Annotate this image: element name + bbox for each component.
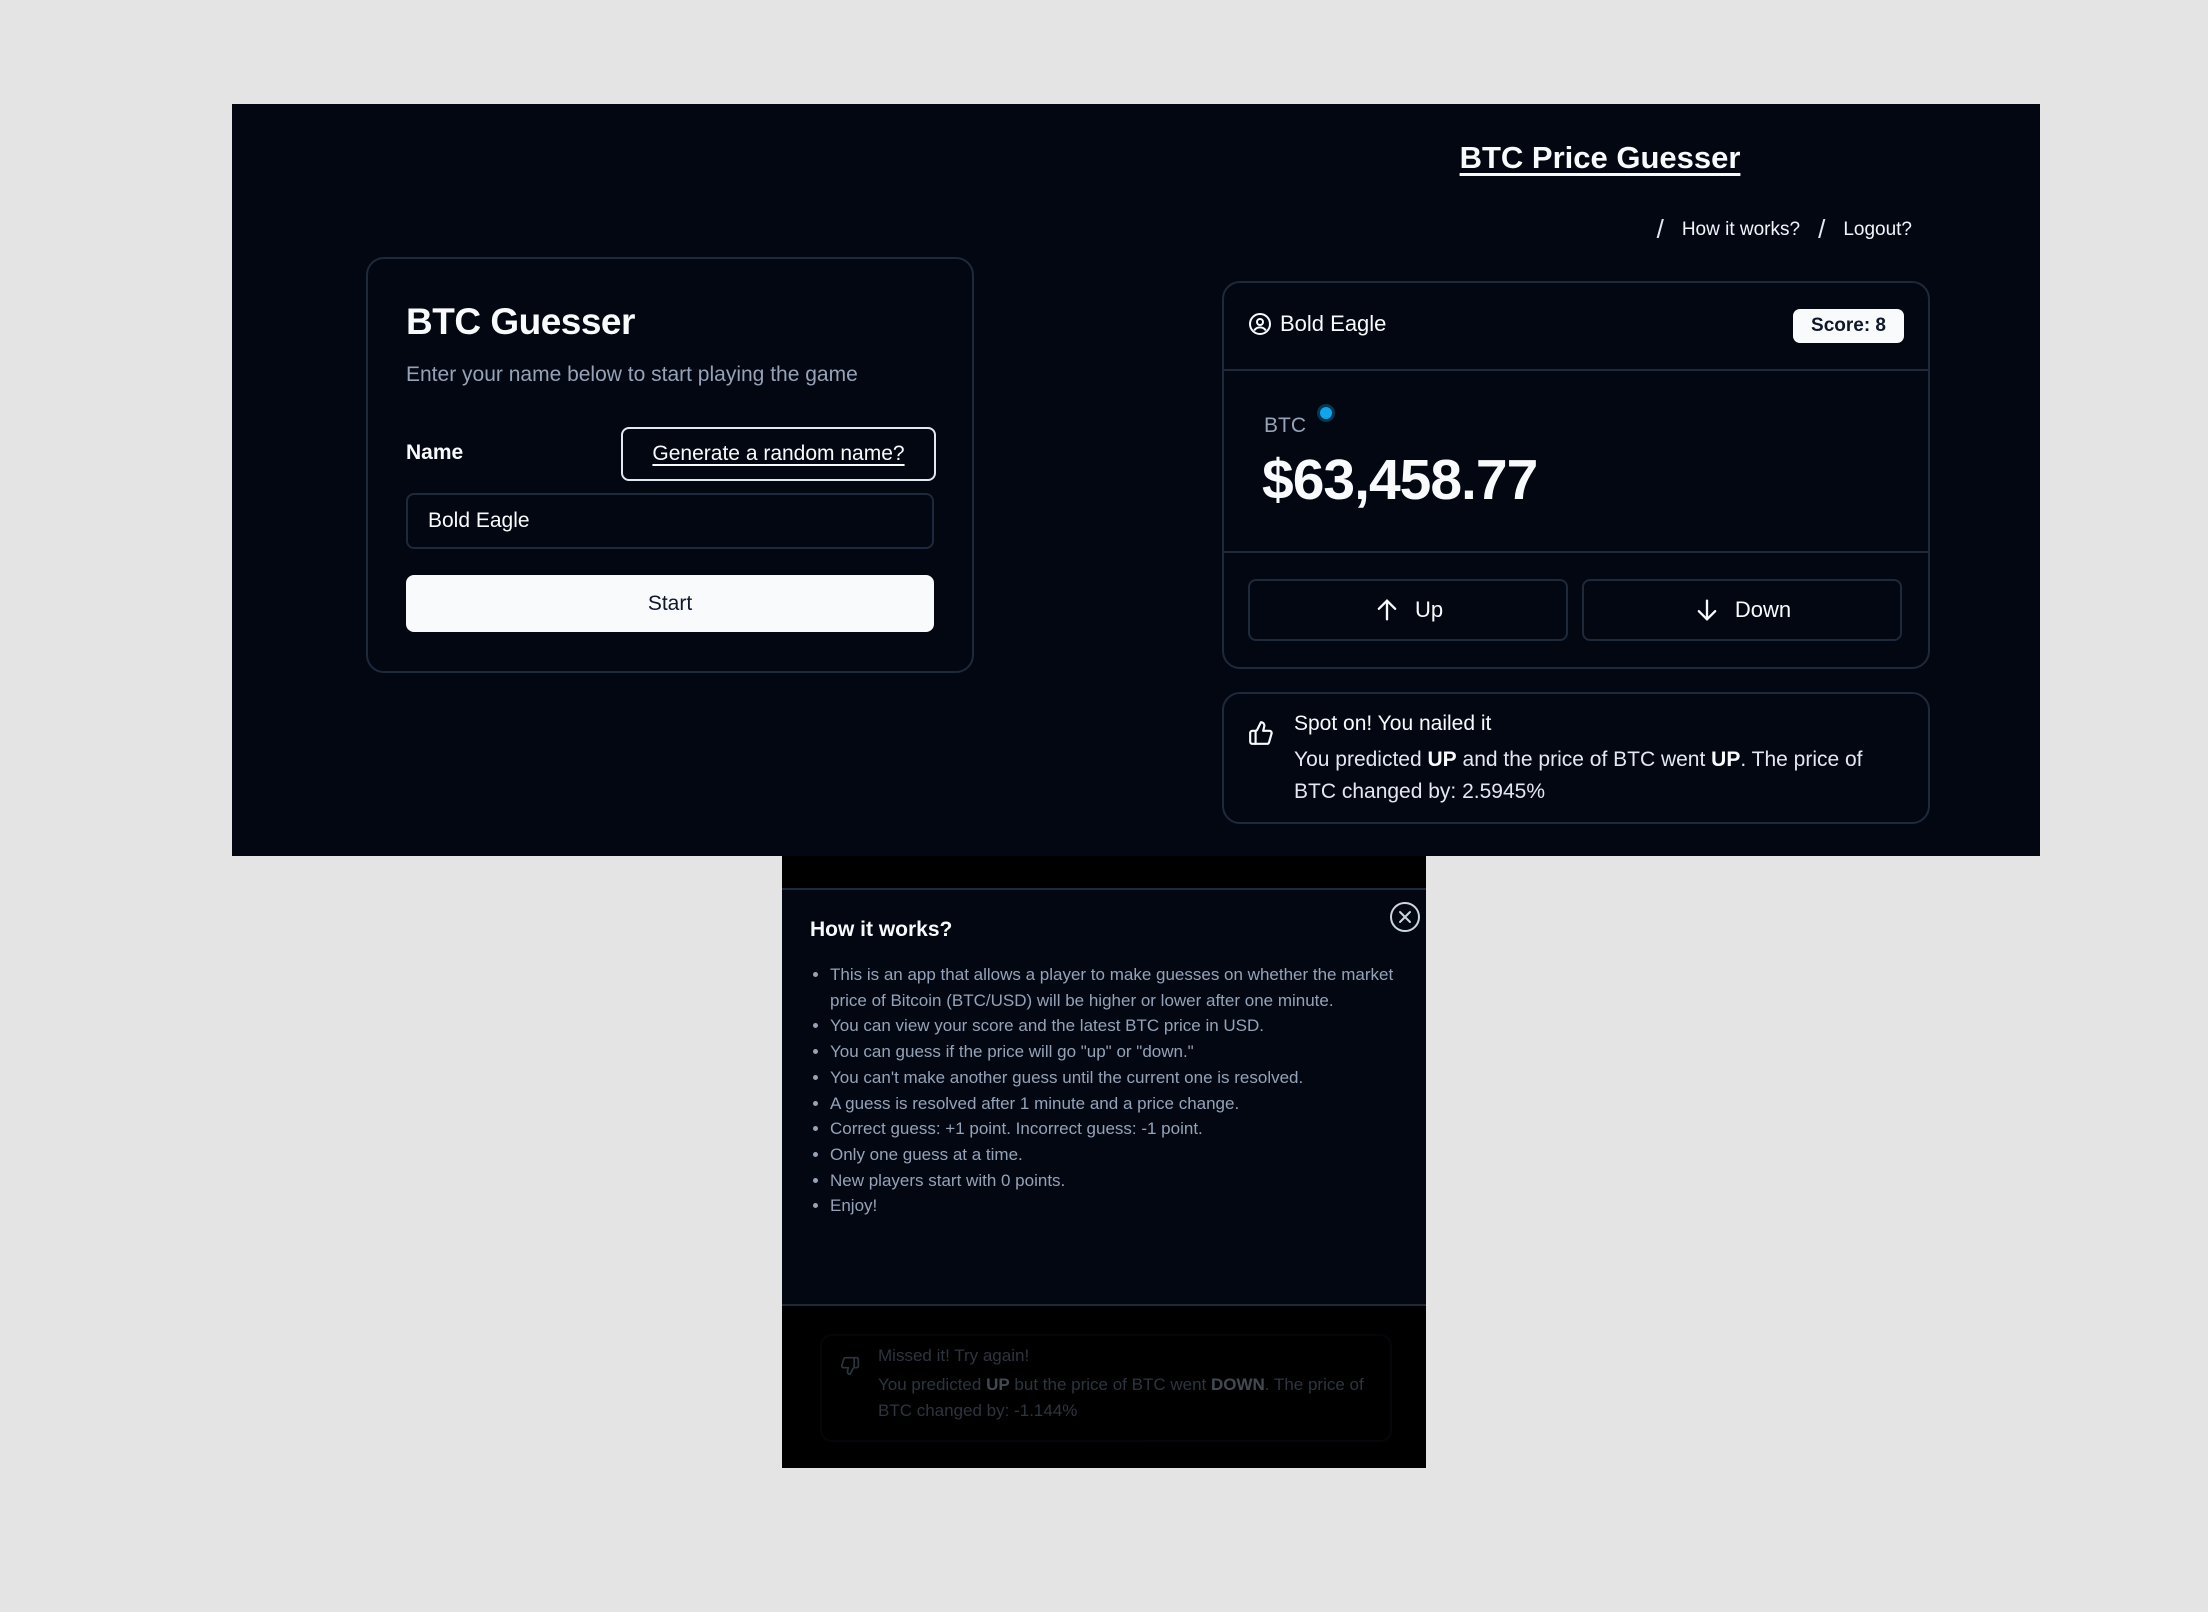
result-heading: Spot on! You nailed it: [1294, 712, 1492, 735]
result-description: You predicted UP and the price of BTC we…: [1294, 748, 1863, 803]
live-indicator: [1320, 407, 1332, 419]
start-button[interactable]: Start: [406, 575, 934, 632]
game-card-header: Bold Eagle Score: 8: [1224, 283, 1928, 371]
name-label: Name: [406, 441, 464, 464]
guess-down-label: Down: [1734, 597, 1792, 622]
login-title: BTC Guesser: [406, 301, 635, 342]
guess-up-button[interactable]: Up: [1248, 579, 1568, 641]
faded-result-description: You predicted UP but the price of BTC we…: [878, 1375, 1364, 1420]
user-name: Bold Eagle: [1280, 311, 1387, 336]
nav-separator: /: [1818, 214, 1826, 244]
list-item: Only one guess at a time.: [830, 1142, 1420, 1168]
faded-result-heading: Missed it! Try again!: [878, 1346, 1030, 1365]
btc-price: $63,458.77: [1262, 448, 1538, 512]
rules-list: This is an app that allows a player to m…: [810, 962, 1420, 1219]
list-item: This is an app that allows a player to m…: [830, 962, 1420, 1013]
close-icon: [1398, 910, 1412, 924]
list-item: Enjoy!: [830, 1193, 1420, 1219]
user-display: Bold Eagle: [1248, 311, 1386, 337]
game-card: Bold Eagle Score: 8 BTC $63,458.77 Up Do…: [1222, 281, 1930, 669]
name-input[interactable]: [406, 493, 934, 549]
result-alert: Spot on! You nailed it You predicted UP …: [1222, 692, 1930, 824]
app-title-link[interactable]: BTC Price Guesser: [1440, 140, 1760, 176]
nav-separator: /: [1656, 214, 1664, 244]
faded-result-alert: Missed it! Try again! You predicted UP b…: [820, 1334, 1392, 1442]
thumbs-up-icon: [1248, 720, 1274, 746]
dialog-title: How it works?: [810, 918, 953, 941]
score-badge: Score: 8: [1793, 309, 1904, 343]
how-it-works-dialog: How it works? This is an app that allows…: [782, 888, 1426, 1306]
close-button[interactable]: [1390, 902, 1420, 932]
generate-random-name-button[interactable]: Generate a random name?: [621, 427, 936, 481]
guess-down-button[interactable]: Down: [1582, 579, 1902, 641]
list-item: A guess is resolved after 1 minute and a…: [830, 1091, 1420, 1117]
arrow-down-icon: [1693, 596, 1721, 624]
top-nav: / How it works? / Logout?: [1657, 214, 1912, 245]
nav-how-it-works-link[interactable]: How it works?: [1682, 219, 1800, 241]
main-screen: BTC Price Guesser / How it works? / Logo…: [232, 104, 2040, 856]
ticker-label: BTC: [1264, 414, 1306, 437]
nav-logout-link[interactable]: Logout?: [1843, 219, 1912, 241]
list-item: You can view your score and the latest B…: [830, 1013, 1420, 1039]
arrow-up-icon: [1373, 596, 1401, 624]
divider: [1224, 551, 1928, 553]
thumbs-down-icon: [840, 1356, 860, 1376]
list-item: You can guess if the price will go "up" …: [830, 1039, 1420, 1065]
list-item: You can't make another guess until the c…: [830, 1065, 1420, 1091]
login-card: BTC Guesser Enter your name below to sta…: [366, 257, 974, 673]
guess-up-label: Up: [1414, 597, 1444, 622]
login-subtitle: Enter your name below to start playing t…: [406, 363, 858, 386]
list-item: Correct guess: +1 point. Incorrect guess…: [830, 1116, 1420, 1142]
user-circle-icon: [1248, 312, 1272, 336]
how-it-works-screen: How it works? This is an app that allows…: [782, 856, 1426, 1468]
list-item: New players start with 0 points.: [830, 1168, 1420, 1194]
